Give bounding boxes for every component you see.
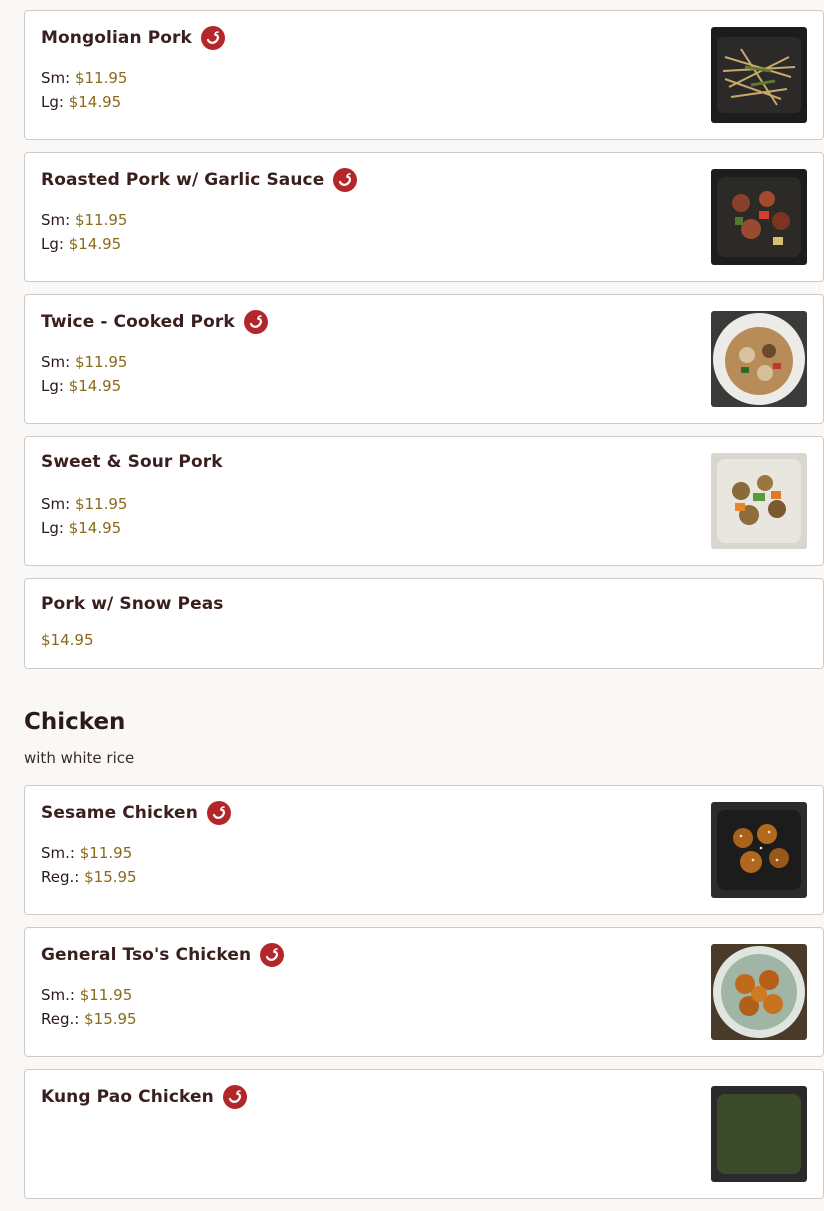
chili-pepper-icon	[260, 943, 285, 967]
item-prices: Sm.: $11.95 Reg.: $15.95	[41, 983, 137, 1031]
item-name-row: Sweet & Sour Pork	[41, 452, 223, 472]
item-prices: Sm.: $11.95 Reg.: $15.95	[41, 841, 137, 889]
price-label: Sm.:	[41, 986, 75, 1004]
item-name-row: Kung Pao Chicken	[41, 1085, 247, 1109]
item-name-row: Mongolian Pork	[41, 26, 225, 50]
menu-list: Mongolian Pork Sm: $11.95 Lg: $14.95 Roa…	[24, 10, 824, 1211]
price-value: $15.95	[84, 868, 137, 886]
price-label: Reg.:	[41, 868, 80, 886]
chili-pepper-icon	[200, 26, 225, 50]
item-name: Kung Pao Chicken	[41, 1087, 214, 1107]
item-name: General Tso's Chicken	[41, 945, 252, 965]
price-label: Lg:	[41, 235, 64, 253]
price-value: $14.95	[68, 235, 122, 253]
chili-pepper-icon	[222, 1085, 247, 1109]
price-value: $11.95	[79, 844, 133, 862]
item-name-row: Twice - Cooked Pork	[41, 310, 268, 334]
price-label: Lg:	[41, 93, 64, 111]
sweet-sour-pork-photo[interactable]	[711, 453, 807, 549]
sesame-chicken-photo[interactable]	[711, 802, 807, 898]
price-value: $11.95	[74, 69, 128, 87]
item-name: Sesame Chicken	[41, 803, 198, 823]
item-prices: Sm: $11.95 Lg: $14.95	[41, 492, 127, 540]
price-value: $11.95	[74, 353, 128, 371]
price-value: $14.95	[41, 631, 94, 649]
price-value: $14.95	[68, 519, 122, 537]
section-title: Chicken	[24, 709, 126, 735]
chili-pepper-icon	[333, 168, 358, 192]
price-value: $11.95	[79, 986, 133, 1004]
menu-item-card[interactable]: Sesame Chicken Sm.: $11.95 Reg.: $15.95	[24, 785, 824, 915]
price-value: $11.95	[74, 495, 128, 513]
price-value: $14.95	[68, 377, 122, 395]
price-label: Sm:	[41, 495, 71, 513]
item-prices: Sm: $11.95 Lg: $14.95	[41, 350, 127, 398]
twice-cooked-pork-photo[interactable]	[711, 311, 807, 407]
item-prices: Sm: $11.95 Lg: $14.95	[41, 208, 127, 256]
item-name: Sweet & Sour Pork	[41, 452, 223, 472]
item-prices: Sm: $11.95 Lg: $14.95	[41, 66, 127, 114]
menu-item-card[interactable]: Sweet & Sour Pork Sm: $11.95 Lg: $14.95	[24, 436, 824, 566]
general-tso-chicken-photo[interactable]	[711, 944, 807, 1040]
roasted-pork-photo[interactable]	[711, 169, 807, 265]
menu-item-card[interactable]: General Tso's Chicken Sm.: $11.95 Reg.: …	[24, 927, 824, 1057]
price-label: Sm:	[41, 211, 71, 229]
item-name-row: Pork w/ Snow Peas	[41, 594, 224, 614]
item-name-row: General Tso's Chicken	[41, 943, 285, 967]
mongolian-pork-photo[interactable]	[711, 27, 807, 123]
menu-item-card[interactable]: Roasted Pork w/ Garlic Sauce Sm: $11.95 …	[24, 152, 824, 282]
price-value: $14.95	[68, 93, 122, 111]
price-label: Sm:	[41, 353, 71, 371]
section-header: Chicken with white rice	[24, 709, 824, 767]
price-label: Reg.:	[41, 1010, 80, 1028]
item-name: Pork w/ Snow Peas	[41, 594, 224, 614]
section-subtitle: with white rice	[24, 749, 135, 767]
item-prices: $14.95	[41, 628, 94, 652]
price-value: $15.95	[84, 1010, 137, 1028]
item-name-row: Sesame Chicken	[41, 801, 231, 825]
price-value: $11.95	[74, 211, 128, 229]
price-label: Lg:	[41, 519, 64, 537]
menu-item-card[interactable]: Kung Pao Chicken	[24, 1069, 824, 1199]
item-name-row: Roasted Pork w/ Garlic Sauce	[41, 168, 358, 192]
kung-pao-chicken-photo[interactable]	[711, 1086, 807, 1182]
menu-item-card[interactable]: Twice - Cooked Pork Sm: $11.95 Lg: $14.9…	[24, 294, 824, 424]
menu-item-card[interactable]: Pork w/ Snow Peas $14.95	[24, 578, 824, 669]
chili-pepper-icon	[206, 801, 231, 825]
price-label: Sm.:	[41, 844, 75, 862]
item-name: Roasted Pork w/ Garlic Sauce	[41, 170, 325, 190]
chili-pepper-icon	[243, 310, 268, 334]
price-label: Lg:	[41, 377, 64, 395]
item-name: Mongolian Pork	[41, 28, 192, 48]
menu-item-card[interactable]: Mongolian Pork Sm: $11.95 Lg: $14.95	[24, 10, 824, 140]
price-label: Sm:	[41, 69, 71, 87]
item-name: Twice - Cooked Pork	[41, 312, 235, 332]
